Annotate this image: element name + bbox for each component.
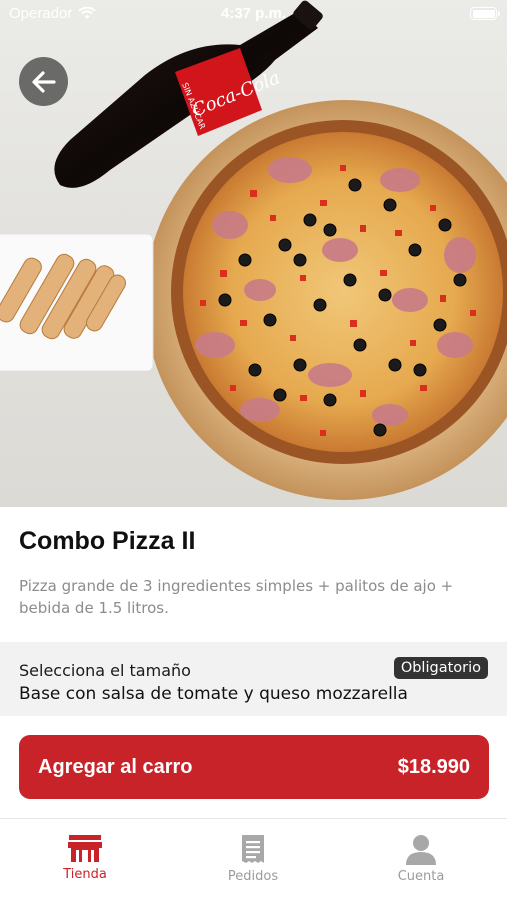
product-description: Pizza grande de 3 ingredientes simples +…	[19, 577, 454, 617]
add-to-cart-label: Agregar al carro	[38, 756, 193, 778]
size-option-section[interactable]: Selecciona el tamaño Obligatorio Base co…	[0, 642, 507, 716]
option-selected-value: Base con salsa de tomate y queso mozzare…	[19, 684, 408, 704]
battery-icon	[470, 7, 500, 20]
tab-store-label: Tienda	[63, 867, 107, 882]
tab-account[interactable]: Cuenta	[361, 833, 481, 884]
required-badge: Obligatorio	[393, 657, 488, 679]
arrow-left-icon	[31, 70, 56, 93]
product-title: Combo Pizza II	[19, 527, 196, 555]
tab-orders-label: Pedidos	[227, 869, 279, 884]
option-label: Selecciona el tamaño	[19, 661, 191, 680]
status-bar: Operador 4:37 p.m.	[0, 0, 507, 28]
store-icon	[68, 835, 102, 862]
back-button[interactable]	[19, 57, 68, 106]
combo-photo: Coca-Cola SIN AZÚCAR	[0, 0, 507, 500]
tab-orders[interactable]: Pedidos	[193, 833, 313, 884]
product-image: Coca-Cola SIN AZÚCAR Operador 4:37 p.m.	[0, 0, 507, 507]
tab-store[interactable]: Tienda	[25, 833, 145, 882]
add-to-cart-price: $18.990	[397, 756, 470, 778]
tab-bar: Tienda Pedidos Cuenta	[0, 818, 507, 900]
receipt-icon	[242, 835, 264, 863]
add-to-cart-button[interactable]: Agregar al carro $18.990	[19, 735, 489, 799]
clock: 4:37 p.m.	[220, 5, 287, 22]
tab-account-label: Cuenta	[397, 869, 445, 884]
person-icon	[406, 835, 436, 865]
pizza	[183, 132, 503, 452]
